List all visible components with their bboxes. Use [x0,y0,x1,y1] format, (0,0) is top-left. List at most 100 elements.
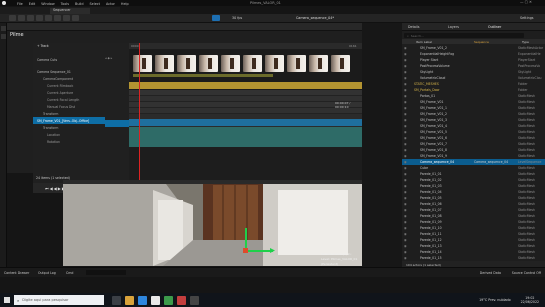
menu-edit[interactable]: Edit [29,2,36,6]
render-icon[interactable] [36,15,43,21]
visibility-eye-icon[interactable]: ◉ [402,202,412,206]
gizmo-z-axis[interactable] [245,228,247,250]
snap-icon[interactable] [63,15,70,21]
menu-tools[interactable]: Tools [61,2,69,6]
console-input[interactable] [86,270,126,275]
visibility-eye-icon[interactable]: ◉ [402,118,412,122]
derived-data-button[interactable]: Derived Data [480,271,512,275]
place-actors-icon[interactable] [1,26,6,31]
auto-key-button[interactable] [212,15,220,21]
visibility-eye-icon[interactable]: ◉ [402,52,412,56]
key-buttons[interactable]: ◂ ◆ ▸ [105,56,129,63]
menu-select[interactable]: Select [90,2,100,6]
visibility-eye-icon[interactable]: ◉ [402,64,412,68]
visibility-eye-icon[interactable]: ◉ [402,166,412,170]
outliner-item-type: StaticMesh [518,142,535,146]
play-range-icon[interactable] [72,15,79,21]
tab-layers[interactable]: Layers [448,25,488,29]
playhead[interactable] [139,43,140,183]
col-item-label[interactable]: Item Label [416,40,474,44]
level-viewport[interactable]: Selected Actor(s) in: Level: Pilmes_VALO… [63,180,362,266]
visibility-eye-icon[interactable]: ◉ [402,94,412,98]
camera-cut-bar[interactable] [133,74,273,77]
find-icon[interactable] [18,15,25,21]
camera-icon[interactable] [27,15,34,21]
visibility-eye-icon[interactable]: ◉ [402,46,412,50]
visibility-eye-icon[interactable]: ◉ [402,112,412,116]
visibility-eye-icon[interactable]: ◉ [402,130,412,134]
visibility-eye-icon[interactable]: ◉ [402,154,412,158]
visibility-eye-icon[interactable]: ◉ [402,190,412,194]
search-input[interactable]: Search... [411,34,424,38]
visibility-eye-icon[interactable]: ◉ [402,136,412,140]
visibility-eye-icon[interactable]: ◉ [402,208,412,212]
visibility-eye-icon[interactable]: ◉ [402,220,412,224]
visibility-eye-icon[interactable]: ◉ [402,256,412,260]
visibility-eye-icon[interactable]: ◉ [402,58,412,62]
taskbar-search-input[interactable]: Digite aqui para pesquisar [22,298,68,302]
output-log-button[interactable]: Output Log [38,271,66,275]
tab-outliner[interactable]: Outliner [488,25,501,29]
panel-tab[interactable]: Pilme [7,31,42,41]
task-view-icon[interactable] [112,295,121,305]
menu-file[interactable]: File [17,2,23,6]
panel-tabs: Details Layers Outliner [402,23,545,31]
visibility-eye-icon[interactable]: ◉ [402,124,412,128]
visibility-eye-icon[interactable]: ◉ [402,142,412,146]
menu-window[interactable]: Window [41,2,54,6]
app-icon[interactable] [190,295,199,305]
taskbar-search[interactable]: ⌕ Digite aqui para pesquisar [14,295,104,305]
menu-actor[interactable]: Actor [106,2,115,6]
camera-track-bar[interactable] [129,82,362,89]
visibility-eye-icon[interactable]: ◉ [402,184,412,188]
tab-details[interactable]: Details [408,25,448,29]
visibility-eye-icon[interactable]: ◉ [402,238,412,242]
visibility-eye-icon[interactable]: ◉ [402,100,412,104]
menu-help[interactable]: Help [121,2,129,6]
outliner-item-type: StaticMesh [518,238,535,242]
time-ruler[interactable]: 0000 0161 [129,43,362,49]
edge-icon[interactable] [138,295,147,305]
visibility-eye-icon[interactable]: ◉ [402,88,412,92]
chrome-icon[interactable] [164,295,173,305]
visibility-eye-icon[interactable]: ◉ [402,70,412,74]
visibility-eye-icon[interactable]: ◉ [402,160,412,164]
timeline-area[interactable]: 0000 0161 00:00:07 / 00:00:10 [129,43,362,183]
content-drawer-button[interactable]: Content Drawer [4,271,38,275]
visibility-eye-icon[interactable]: ◉ [402,76,412,80]
clock[interactable]: 19:02 22/06/2022 [521,296,539,304]
visibility-eye-icon[interactable]: ◉ [402,106,412,110]
gizmo-y-axis[interactable] [245,250,273,252]
visibility-eye-icon[interactable]: ◉ [402,250,412,254]
windows-start-icon[interactable] [4,297,10,303]
visibility-eye-icon[interactable]: ◉ [402,244,412,248]
selected-actor-bar[interactable] [129,119,362,126]
modes-icon[interactable] [1,34,6,39]
save-icon[interactable] [9,15,16,21]
weather-widget[interactable]: 19°C Prev. nublado [479,298,511,302]
visibility-eye-icon[interactable]: ◉ [402,214,412,218]
source-control-button[interactable]: Source Control Off [512,271,541,275]
visibility-eye-icon[interactable]: ◉ [402,226,412,230]
visibility-eye-icon[interactable]: ◉ [402,196,412,200]
visibility-eye-icon[interactable]: ◉ [402,172,412,176]
app-icon[interactable] [177,295,186,305]
col-sequence[interactable]: Sequence [474,40,522,44]
gizmo-center[interactable] [243,248,248,253]
unreal-taskbar-icon[interactable] [151,295,160,305]
filter-icon[interactable] [45,15,52,21]
col-type[interactable]: Type [522,40,529,44]
cmd-button[interactable]: Cmd [66,271,86,275]
menu-build[interactable]: Build [75,2,84,6]
visibility-eye-icon[interactable]: ◉ [402,178,412,182]
visibility-eye-icon[interactable]: ◉ [402,82,412,86]
panel-title: Pilme [10,32,24,38]
settings-button[interactable]: Settings [520,16,534,20]
visibility-eye-icon[interactable]: ◉ [402,232,412,236]
fps-selector[interactable]: 30 fps [232,16,242,20]
outliner-search[interactable]: ⌕ Search... [404,33,524,38]
file-explorer-icon[interactable] [125,295,134,305]
outliner-item-type: StaticMesh [518,190,535,194]
visibility-eye-icon[interactable]: ◉ [402,148,412,152]
key-icon[interactable] [54,15,61,21]
